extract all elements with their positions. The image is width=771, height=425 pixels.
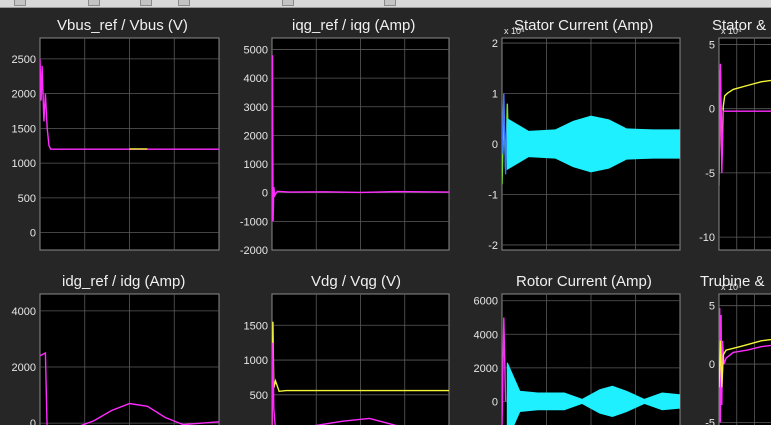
y-tick-label: 1500	[244, 320, 268, 332]
scope-panel: 2500 2000 1500 1000 500 0	[12, 37, 220, 251]
y-tick-label: 0	[709, 359, 715, 371]
y-tick-label: 3000	[244, 102, 268, 114]
y-tick-label: 5	[709, 39, 715, 51]
axis-exponent: x 10⁴	[721, 282, 742, 292]
y-tick-label: 6000	[474, 296, 498, 308]
y-tick-label: 2000	[12, 89, 36, 101]
scope-grid: 2500200015001000500050004000300020001000…	[12, 26, 771, 425]
scope-panel: 5000 4000 3000 2000 1000 0 -1000 -2000	[240, 37, 450, 257]
scope-panel: 150010005000	[244, 293, 450, 425]
y-tick-label: 500	[250, 390, 268, 402]
y-tick-label: 1000	[244, 355, 268, 367]
scope-panel: 2 1 0 -1 -2 x 10⁴	[488, 26, 681, 252]
y-tick-label: 4000	[244, 73, 268, 85]
y-tick-label: 0	[30, 418, 36, 425]
y-tick-label: -1	[488, 189, 498, 201]
plot-area	[718, 293, 771, 425]
scope-panel: 6000400020000-2000	[474, 293, 681, 425]
y-tick-label: 2000	[244, 130, 268, 142]
y-tick-label: 1	[492, 89, 498, 101]
plot-area	[718, 37, 771, 251]
y-tick-label: 0	[262, 188, 268, 200]
y-tick-label: 4000	[12, 306, 36, 318]
y-tick-label: 1500	[12, 123, 36, 135]
y-tick-label: 1000	[244, 159, 268, 171]
y-tick-label: 0	[709, 104, 715, 116]
y-tick-label: 0	[492, 396, 498, 408]
scope-panel: 5 0 -5 x 10⁴	[705, 282, 771, 425]
y-tick-label: -2000	[240, 245, 268, 257]
y-tick-label: -10	[699, 232, 715, 244]
y-tick-label: 2000	[12, 362, 36, 374]
axis-exponent: x 10⁴	[504, 26, 525, 36]
y-tick-label: 1000	[12, 158, 36, 170]
scope-panel: 4000 2000 0	[12, 293, 220, 425]
y-tick-label: 5	[709, 301, 715, 313]
y-tick-label: -5	[705, 417, 715, 425]
y-tick-label: 500	[18, 193, 36, 205]
y-tick-label: -5	[705, 168, 715, 180]
y-tick-label: 5000	[244, 44, 268, 56]
axis-exponent: x 10⁴	[721, 26, 742, 36]
scope-panel: 5 0 -5 -10 x 10⁴	[699, 26, 771, 251]
y-tick-label: 4000	[474, 329, 498, 341]
y-tick-label: 2	[492, 38, 498, 50]
y-tick-label: 0	[30, 228, 36, 240]
y-tick-label: 2500	[12, 54, 36, 66]
y-tick-label: -1000	[240, 216, 268, 228]
y-tick-label: -2	[488, 240, 498, 252]
y-tick-label: 0	[492, 139, 498, 151]
y-tick-label: 2000	[474, 363, 498, 375]
